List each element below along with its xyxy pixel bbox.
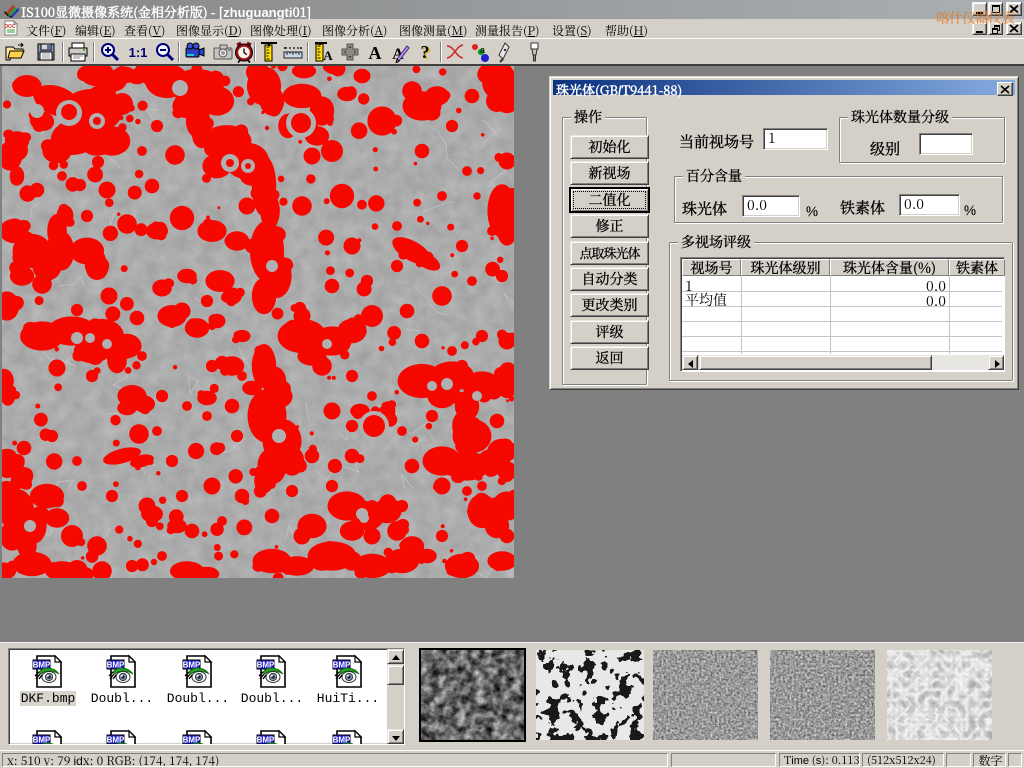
svg-text:1:1: 1:1: [129, 45, 148, 60]
svg-text:A: A: [369, 43, 382, 63]
svg-text:?: ?: [421, 42, 430, 62]
svg-text:A: A: [323, 48, 333, 63]
svg-text:DOC: DOC: [4, 24, 16, 30]
svg-text:a: a: [480, 45, 485, 55]
